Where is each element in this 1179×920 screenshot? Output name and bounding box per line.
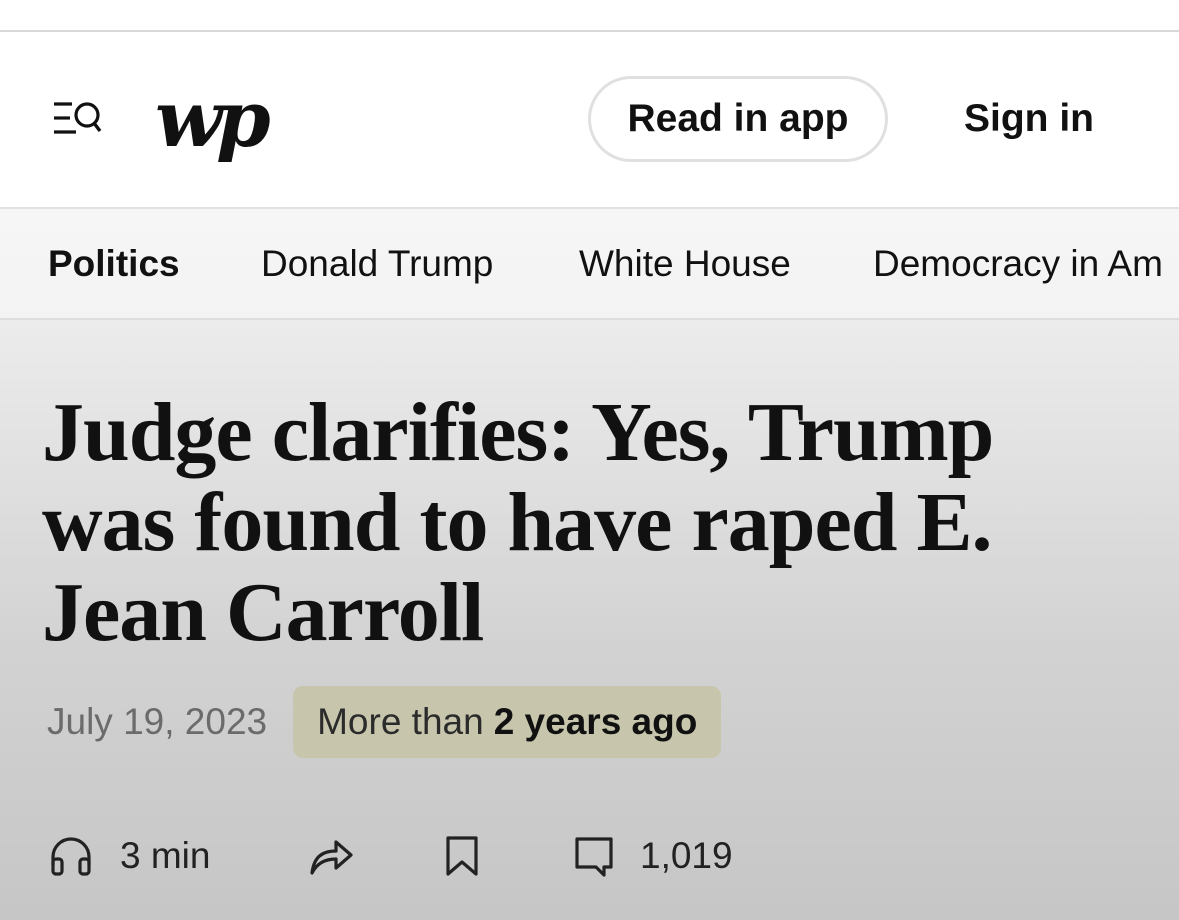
listen-duration: 3 min — [120, 835, 211, 876]
bookmark-icon — [446, 836, 478, 876]
comments-button[interactable]: 1,019 — [574, 826, 733, 886]
article-headline: Judge clarifies: Yes, Trump was found to… — [42, 388, 1042, 658]
menu-search-icon[interactable] — [52, 98, 102, 142]
article-actions: 3 min 1,019 — [48, 826, 948, 886]
nav-item-donald-trump[interactable]: Donald Trump — [261, 209, 493, 318]
age-badge: More than 2 years ago — [293, 686, 722, 758]
nav-item-politics[interactable]: Politics — [48, 209, 180, 318]
headline-line: Jean Carroll — [42, 566, 484, 659]
nav-item-white-house[interactable]: White House — [579, 209, 791, 318]
listen-button[interactable]: 3 min — [48, 826, 210, 886]
headline-line: was found to have raped E. — [42, 476, 992, 569]
comment-icon — [575, 837, 613, 877]
section-nav: Politics Donald Trump White House Democr… — [0, 209, 1179, 320]
share-button[interactable] — [308, 826, 354, 886]
age-value: 2 years ago — [493, 701, 698, 742]
comment-count: 1,019 — [640, 835, 733, 876]
site-header: wp Read in app Sign in — [0, 32, 1179, 209]
headphones-icon — [51, 837, 91, 876]
share-arrow-icon — [310, 840, 353, 875]
save-button[interactable] — [444, 826, 480, 886]
nav-item-democracy[interactable]: Democracy in Am — [873, 209, 1163, 318]
read-in-app-button[interactable]: Read in app — [588, 76, 888, 162]
page: wp Read in app Sign in Politics Donald T… — [0, 0, 1179, 920]
article-meta: July 19, 2023 More than 2 years ago — [47, 686, 722, 758]
publish-date: July 19, 2023 — [47, 701, 268, 742]
sign-in-link[interactable]: Sign in — [964, 76, 1094, 162]
article-header: Judge clarifies: Yes, Trump was found to… — [0, 320, 1179, 920]
browser-top-strip — [0, 0, 1179, 32]
age-prefix: More than — [317, 701, 484, 742]
washington-post-logo[interactable]: wp — [155, 80, 271, 160]
headline-line: Judge clarifies: Yes, Trump — [42, 386, 994, 479]
